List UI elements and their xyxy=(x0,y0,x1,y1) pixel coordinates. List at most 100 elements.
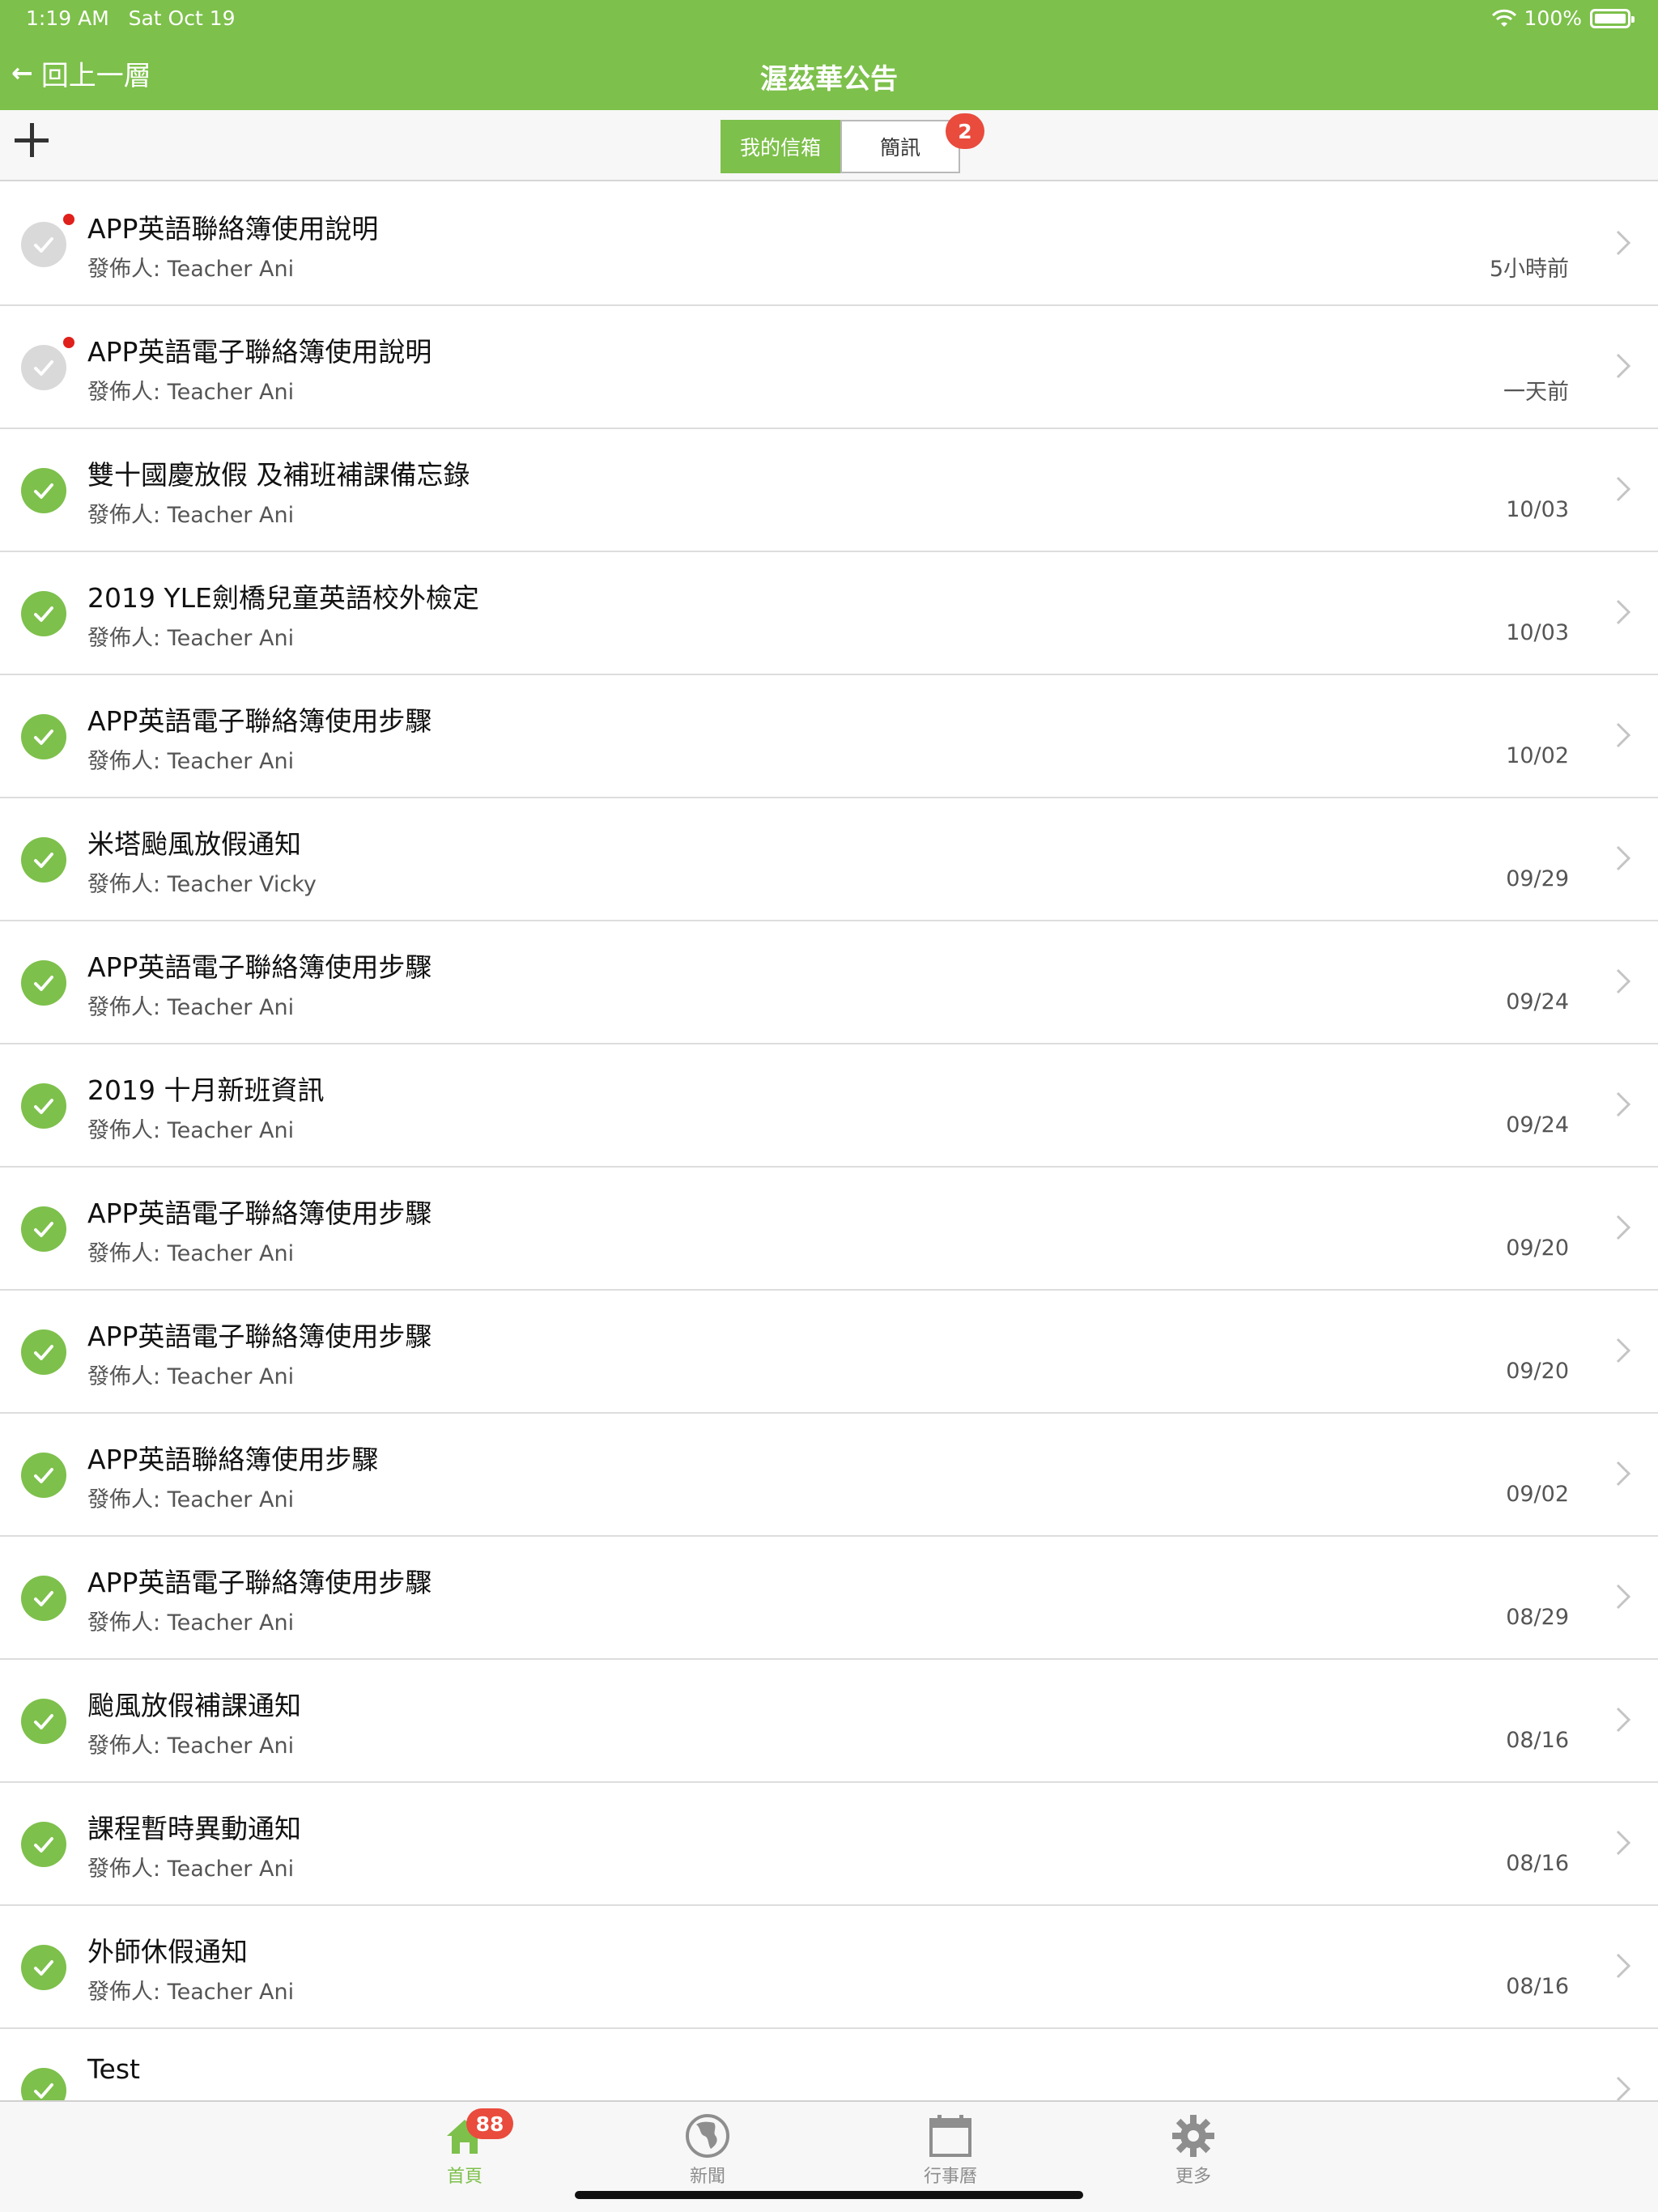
checkmark-icon xyxy=(34,2083,53,2099)
announcement-row[interactable]: 課程暫時異動通知發佈人: Teacher Ani 08/16 xyxy=(0,1783,1658,1906)
announcement-row[interactable]: 2019 YLE劍橋兒童英語校外檢定 發佈人: Teacher Ani 10/03 xyxy=(0,552,1658,675)
read-check-icon xyxy=(21,1206,66,1252)
chevron-right-icon xyxy=(1616,1830,1631,1856)
plus-icon[interactable] xyxy=(15,123,49,157)
checkmark-icon xyxy=(34,237,53,253)
announcement-title: APP英語電子聯絡簿使用步驟 xyxy=(87,1567,432,1598)
announcement-date: 09/24 xyxy=(1506,989,1569,1015)
announcement-row[interactable]: APP英語聯絡簿使用說明 發佈人: Teacher Ani 5小時前 xyxy=(0,183,1658,306)
announcement-date: 09/29 xyxy=(1506,866,1569,891)
chevron-right-icon xyxy=(1616,1338,1631,1363)
tab-my-inbox[interactable]: 我的信箱 xyxy=(721,120,840,173)
announcement-sender: 發佈人: Teacher Ani xyxy=(87,1487,295,1512)
announcement-row[interactable]: 雙十國慶放假 及補班補課備忘錄發佈人: Teacher Ani 10/03 xyxy=(0,429,1658,552)
read-check-icon xyxy=(21,2068,66,2100)
announcement-row[interactable]: APP英語電子聯絡簿使用步驟發佈人: Teacher Ani 10/02 xyxy=(0,675,1658,798)
announcement-row[interactable]: APP英語電子聯絡簿使用步驟 發佈人: Teacher Ani 08/29 xyxy=(0,1537,1658,1660)
checkmark-icon xyxy=(34,1099,53,1114)
announcement-title: APP英語電子聯絡簿使用步驟 xyxy=(87,705,432,737)
announcement-title: 2019 YLE劍橋兒童英語校外檢定 xyxy=(87,582,479,614)
read-check-icon xyxy=(21,222,66,267)
read-check-icon xyxy=(21,345,66,390)
read-check-icon xyxy=(21,1576,66,1621)
navigation-bar: 1:19 AM Sat Oct 19 100% ← 回上一層 渥茲華公告 xyxy=(0,0,1658,110)
unread-dot-icon xyxy=(63,337,74,348)
read-check-icon xyxy=(21,1699,66,1744)
status-date-text: Sat Oct 19 xyxy=(128,6,236,30)
checkmark-icon xyxy=(34,483,53,499)
announcement-row[interactable]: APP英語電子聯絡簿使用步驟 發佈人: Teacher Ani 09/20 xyxy=(0,1291,1658,1414)
read-check-icon xyxy=(21,468,66,513)
status-indicators: 100% xyxy=(1491,6,1635,30)
tab-news[interactable]: 新聞 xyxy=(651,2108,764,2189)
announcement-sender: 發佈人: Teacher Ani xyxy=(87,1733,295,1759)
announcement-sender: 發佈人: Teacher Ani xyxy=(87,995,295,1020)
announcement-row[interactable]: APP英語電子聯絡簿使用步驟 發佈人: Teacher Ani 09/24 xyxy=(0,921,1658,1044)
announcement-sender: 發佈人: Teacher Ani xyxy=(87,1610,295,1636)
announcement-date: 10/02 xyxy=(1506,743,1569,768)
announcement-sender: 發佈人: Teacher Ani xyxy=(87,626,295,651)
chevron-right-icon xyxy=(1616,599,1631,625)
read-check-icon xyxy=(21,1822,66,1867)
checkmark-icon xyxy=(34,853,53,868)
tab-more[interactable]: 更多 xyxy=(1137,2108,1250,2189)
announcement-row[interactable]: Test發佈人: Teacher Ani08/16 xyxy=(0,2029,1658,2100)
tab-messages[interactable]: 簡訊 xyxy=(840,120,960,173)
chevron-right-icon xyxy=(1616,2076,1631,2100)
chevron-right-icon xyxy=(1616,1584,1631,1610)
announcement-sender: 發佈人: Teacher Ani xyxy=(87,503,295,528)
chevron-right-icon xyxy=(1616,845,1631,871)
checkmark-icon xyxy=(34,1960,53,1976)
announcement-row[interactable]: APP英語電子聯絡簿使用說明 發佈人: Teacher Ani 一天前 xyxy=(0,306,1658,429)
checkmark-icon xyxy=(34,1345,53,1360)
announcement-date: 08/16 xyxy=(1506,1851,1569,1876)
read-check-icon xyxy=(21,1945,66,1990)
announcement-date: 08/16 xyxy=(1506,1974,1569,1999)
announcement-row[interactable]: APP英語聯絡簿使用步驟 發佈人: Teacher Ani 09/02 xyxy=(0,1414,1658,1537)
announcement-date: 09/20 xyxy=(1506,1236,1569,1261)
announcement-row[interactable]: 2019 十月新班資訊發佈人: Teacher Ani 09/24 xyxy=(0,1044,1658,1168)
announcement-sender: 發佈人: Teacher Ani xyxy=(87,1118,295,1143)
tab-news-label: 新聞 xyxy=(689,2167,725,2187)
toolbar: 我的信箱 簡訊 2 xyxy=(0,110,1658,181)
announcement-list[interactable]: APP英語聯絡簿使用說明 發佈人: Teacher Ani 5小時前 APP英語電子聯… xyxy=(0,183,1658,2100)
read-check-icon xyxy=(21,1453,66,1498)
chevron-right-icon xyxy=(1616,1461,1631,1487)
tab-more-label: 更多 xyxy=(1175,2167,1211,2187)
announcement-sender: 發佈人: Teacher Ani xyxy=(87,1364,295,1389)
tab-home[interactable]: 首頁 88 xyxy=(408,2108,521,2189)
announcement-sender: 發佈人: Teacher Ani xyxy=(87,749,295,774)
announcement-title: 外師休假通知 xyxy=(87,1936,248,1967)
status-time: 1:19 AM Sat Oct 19 xyxy=(26,6,236,30)
announcement-title: APP英語電子聯絡簿使用步驟 xyxy=(87,1197,432,1229)
announcement-row[interactable]: 外師休假通知 發佈人: Teacher Ani 08/16 xyxy=(0,1906,1658,2029)
chevron-right-icon xyxy=(1616,1953,1631,1979)
checkmark-icon xyxy=(34,360,53,376)
announcement-date: 08/16 xyxy=(1506,1728,1569,1753)
mailbox-segmented-control: 我的信箱 簡訊 2 xyxy=(721,113,984,173)
announcement-title: APP英語聯絡簿使用說明 xyxy=(87,213,379,245)
checkmark-icon xyxy=(34,1714,53,1729)
announcement-row[interactable]: APP英語電子聯絡簿使用步驟發佈人: Teacher Ani 09/20 xyxy=(0,1168,1658,1291)
announcement-row[interactable]: 米塔颱風放假通知 發佈人: Teacher Vicky 09/29 xyxy=(0,798,1658,921)
calendar-icon xyxy=(929,2115,971,2157)
read-check-icon xyxy=(21,837,66,883)
chevron-right-icon xyxy=(1616,353,1631,379)
announcement-title: 課程暫時異動通知 xyxy=(87,1813,301,1844)
announcement-date: 09/24 xyxy=(1506,1112,1569,1138)
announcement-sender: 發佈人: Teacher Ani xyxy=(87,1241,295,1266)
checkmark-icon xyxy=(34,1468,53,1483)
announcement-row[interactable]: 颱風放假補課通知 發佈人: Teacher Ani 08/16 xyxy=(0,1660,1658,1783)
announcement-date: 一天前 xyxy=(1503,380,1569,405)
read-check-icon xyxy=(21,960,66,1006)
page-title: 渥茲華公告 xyxy=(760,63,898,96)
announcement-title: 雙十國慶放假 及補班補課備忘錄 xyxy=(87,459,470,491)
announcement-sender: 發佈人: Teacher Ani xyxy=(87,1857,295,1882)
gear-icon xyxy=(1172,2115,1214,2157)
announcement-title: 2019 十月新班資訊 xyxy=(87,1074,325,1106)
chevron-right-icon xyxy=(1616,968,1631,994)
messages-badge: 2 xyxy=(946,113,984,149)
chevron-right-icon xyxy=(1616,1091,1631,1117)
announcement-date: 10/03 xyxy=(1506,497,1569,522)
tab-calendar[interactable]: 行事曆 xyxy=(894,2108,1007,2189)
